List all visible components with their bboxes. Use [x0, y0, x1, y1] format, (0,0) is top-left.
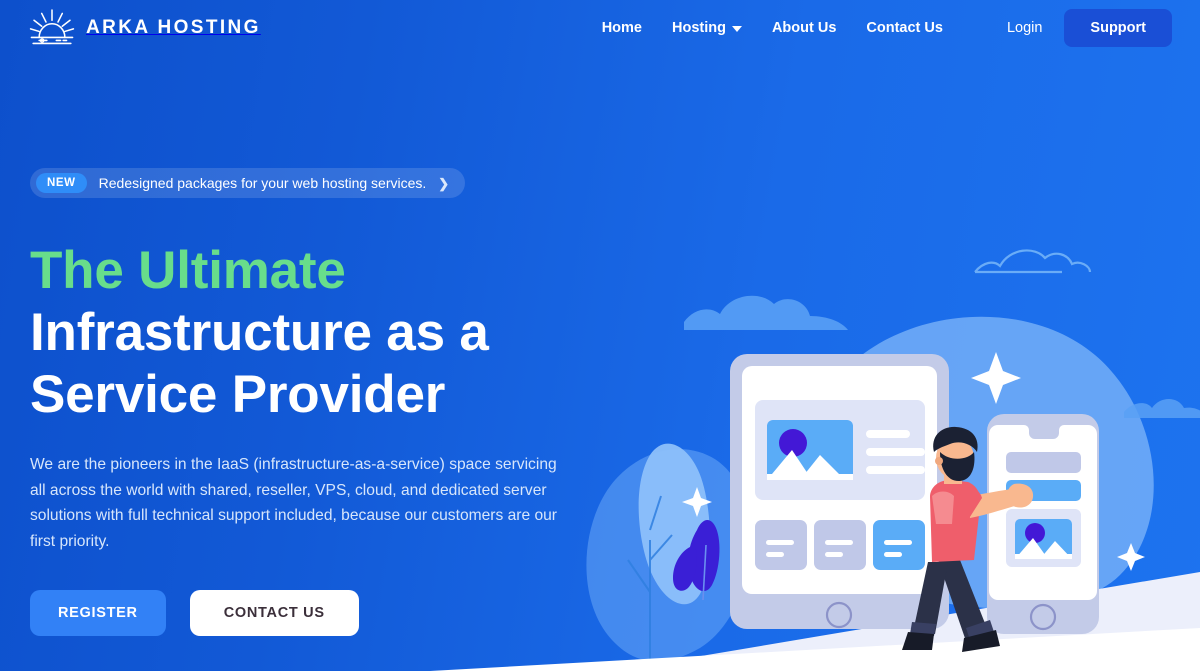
brand-logo-link[interactable]: ARKA HOSTING [28, 8, 261, 48]
ground-wedge [612, 572, 1200, 671]
blob-backdrop [796, 316, 1154, 609]
hero-paragraph: We are the pioneers in the IaaS (infrast… [30, 456, 558, 550]
nav-item-about-us-label: About Us [771, 20, 837, 36]
leaf-blob [638, 443, 710, 605]
cloud-filled-right [1124, 399, 1200, 418]
sparkle-large [971, 352, 1021, 404]
person-figure [902, 426, 1034, 652]
tablet-device [730, 354, 949, 629]
support-button[interactable]: Support [1064, 9, 1172, 47]
announcement-text: Redesigned packages for your web hosting… [98, 175, 427, 191]
chevron-down-icon [731, 26, 742, 32]
nav-actions: Login Support [993, 9, 1172, 47]
site-header: ARKA HOSTING Home Hosting About Us Conta… [0, 0, 1200, 56]
login-link[interactable]: Login [993, 14, 1056, 42]
announcement-banner[interactable]: NEW Redesigned packages for your web hos… [30, 168, 466, 198]
blob-left [586, 449, 750, 662]
sunrise-icon [28, 8, 76, 48]
nav-item-hosting-label: Hosting [671, 20, 726, 36]
sparkle-small-left [682, 487, 712, 517]
leaf-outline [627, 495, 673, 660]
headline-line-2: Infrastructure as a [30, 303, 489, 362]
new-badge: NEW [36, 173, 87, 193]
nav-links: Home Hosting About Us Contact Us [602, 20, 943, 36]
register-button[interactable]: REGISTER [30, 590, 166, 636]
headline-line-3: Service Provider [30, 365, 446, 424]
hero-content: NEW Redesigned packages for your web hos… [30, 168, 590, 636]
page-title: The Ultimate Infrastructure as a Service… [30, 240, 590, 426]
sparkle-small-right [1117, 543, 1145, 571]
nav-item-hosting[interactable]: Hosting [672, 20, 742, 36]
main-nav: Home Hosting About Us Contact Us Login S… [602, 9, 1172, 47]
cloud-filled-left [684, 295, 848, 330]
contact-us-button[interactable]: CONTACT US [189, 590, 359, 636]
cta-row: REGISTER CONTACT US [30, 590, 590, 636]
nav-item-contact-us[interactable]: Contact Us [866, 20, 943, 36]
headline-accent-line: The Ultimate [30, 241, 346, 300]
nav-item-about-us[interactable]: About Us [772, 20, 836, 36]
brand-name: ARKA HOSTING [86, 17, 261, 38]
chevron-right-icon[interactable]: ❯ [438, 177, 449, 190]
nav-item-home-label: Home [601, 20, 642, 36]
phone-device [987, 414, 1099, 634]
cloud-outline-top [974, 249, 1092, 274]
nav-item-home[interactable]: Home [602, 20, 642, 36]
hero-page: ARKA HOSTING Home Hosting About Us Conta… [0, 0, 1200, 671]
nav-item-contact-us-label: Contact Us [866, 20, 943, 36]
leaf-purple [673, 519, 720, 601]
